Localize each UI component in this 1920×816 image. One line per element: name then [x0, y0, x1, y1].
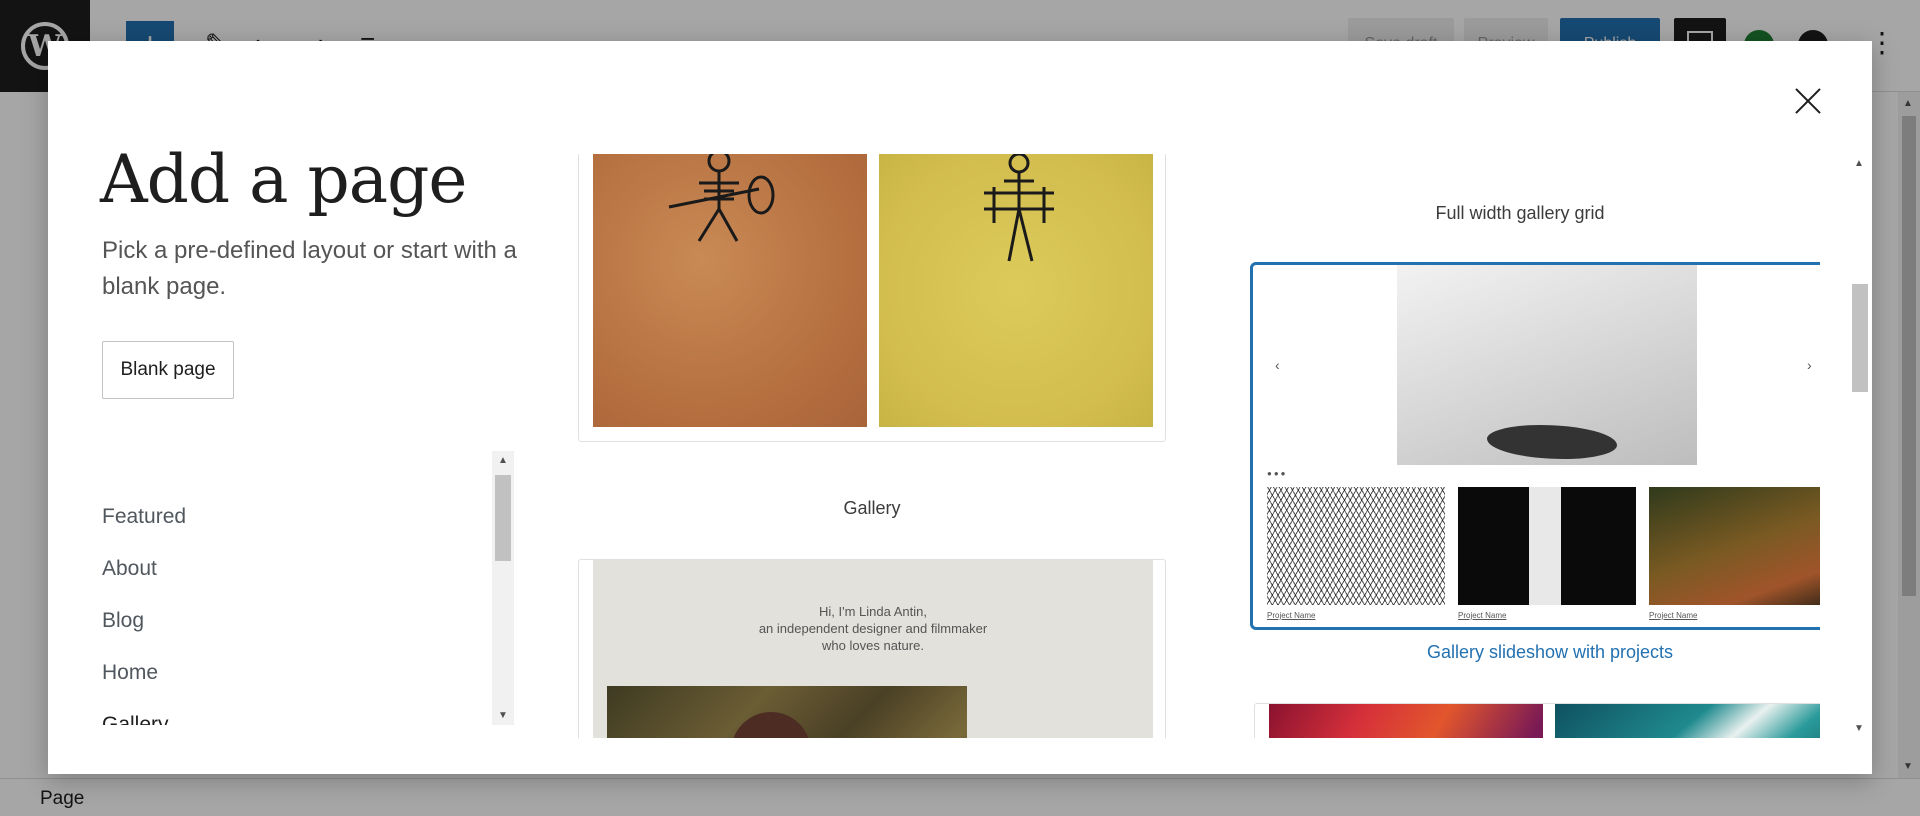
canyon-image	[1269, 704, 1543, 738]
scrollbar-thumb[interactable]	[1852, 284, 1868, 392]
pattern-full-width-grid-label[interactable]: Full width gallery grid	[1256, 203, 1784, 224]
skeleton-knight-icon	[668, 154, 775, 242]
slideshow-prev-icon[interactable]: ‹	[1275, 357, 1280, 373]
project-name-link[interactable]: Project Name	[1649, 611, 1697, 620]
modal-subtitle: Pick a pre-defined layout or start with …	[102, 237, 517, 300]
pattern-gallery-label[interactable]: Gallery	[578, 498, 1166, 519]
slideshow-main-image	[1397, 265, 1697, 465]
ocean-image	[1555, 704, 1820, 738]
project-image-architecture	[1458, 487, 1636, 605]
hand-shape	[1487, 425, 1617, 459]
project-image-dome	[1267, 487, 1445, 605]
blank-page-button[interactable]: Blank page	[102, 341, 234, 399]
skeleton-fence-icon	[984, 154, 1054, 262]
hat-shape	[731, 712, 811, 738]
pattern-scrollbar[interactable]: ▲ ▼	[1848, 154, 1870, 738]
scroll-up-icon[interactable]: ▲	[498, 455, 508, 466]
project-name-link[interactable]: Project Name	[1458, 611, 1506, 620]
scroll-down-icon[interactable]: ▼	[1854, 723, 1864, 734]
pattern-linda-card[interactable]: Hi, I'm Linda Antin, an independent desi…	[578, 559, 1166, 738]
pattern-slideshow-card[interactable]: ‹ › ●●● Project Name Project Name Projec…	[1250, 262, 1820, 630]
category-blog[interactable]: Blog	[102, 609, 144, 633]
pattern-grid: Gallery Hi, I'm Linda Antin, an independ…	[568, 154, 1820, 738]
page-title: Add a page	[100, 141, 467, 218]
intro-background: Hi, I'm Linda Antin, an independent desi…	[593, 560, 1153, 738]
pattern-slideshow-label[interactable]: Gallery slideshow with projects	[1256, 642, 1820, 663]
category-about[interactable]: About	[102, 557, 157, 581]
slideshow-dots[interactable]: ●●●	[1267, 469, 1288, 478]
scroll-up-icon[interactable]: ▲	[1854, 158, 1864, 169]
close-icon[interactable]	[1788, 81, 1828, 121]
pattern-landscape-card[interactable]	[1254, 703, 1820, 738]
pattern-gallery-card[interactable]	[578, 154, 1166, 442]
category-featured[interactable]: Featured	[102, 505, 186, 529]
intro-line: Hi, I'm Linda Antin,	[819, 604, 927, 619]
intro-line: an independent designer and filmmaker	[758, 621, 988, 636]
category-list: Featured About Blog Home Gallery	[102, 451, 492, 725]
project-name-link[interactable]: Project Name	[1267, 611, 1315, 620]
category-scrollbar[interactable]: ▲ ▼	[492, 451, 514, 725]
add-page-modal: Add a page Pick a pre-defined layout or …	[48, 41, 1872, 774]
scroll-down-icon[interactable]: ▼	[498, 710, 508, 721]
scrollbar-thumb[interactable]	[495, 475, 511, 561]
intro-line: who loves nature.	[822, 638, 924, 653]
project-image-forest	[1649, 487, 1820, 605]
category-home[interactable]: Home	[102, 661, 158, 685]
slideshow-next-icon[interactable]: ›	[1807, 357, 1812, 373]
category-gallery[interactable]: Gallery	[102, 713, 169, 725]
field-photo	[607, 686, 967, 738]
